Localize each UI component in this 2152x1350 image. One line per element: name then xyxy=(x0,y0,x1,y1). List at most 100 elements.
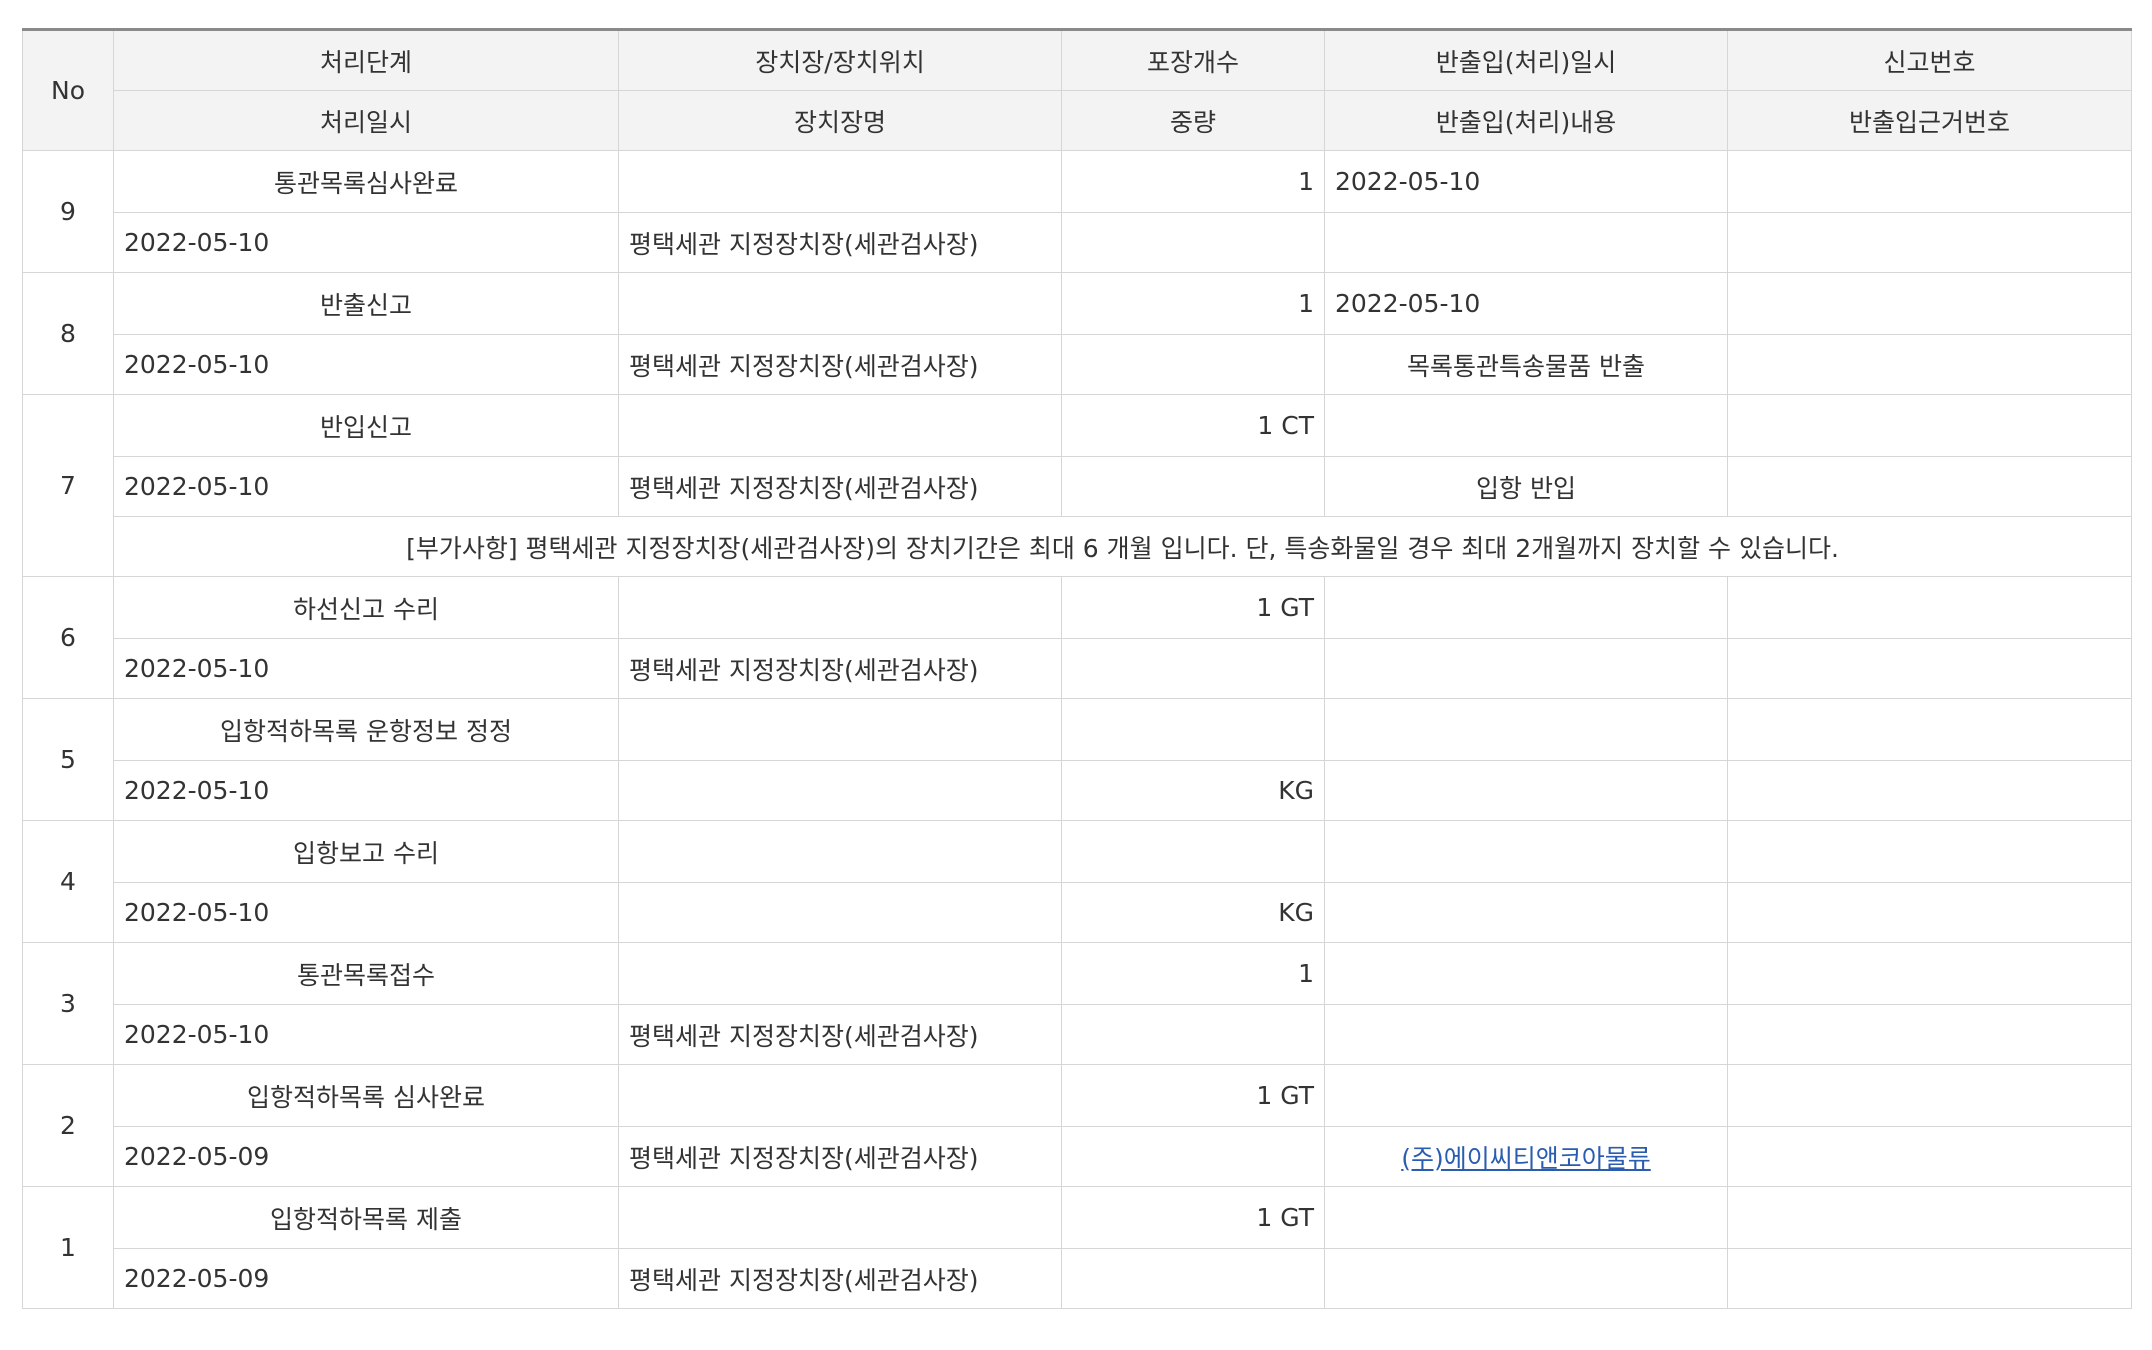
table-row: 7 반입신고 1 CT xyxy=(22,394,2132,577)
table-row-detail: 2022-05-10 평택세관 지정장치장(세관검사장) 입항 반입 xyxy=(23,456,2132,517)
report-number xyxy=(1727,942,2132,1005)
tracking-table-container: No 처리단계 장치장/장치위치 포장개수 반출입(처리)일시 신고번호 처리일… xyxy=(22,28,2132,1309)
io-time: 2022-05-10 xyxy=(1324,150,1728,213)
storage-location xyxy=(618,942,1062,1005)
io-content: 입항 반입 xyxy=(1324,456,1728,517)
basis-number xyxy=(1727,1248,2132,1309)
row-number: 5 xyxy=(22,698,114,821)
package-count: 1 xyxy=(1061,942,1325,1005)
basis-number xyxy=(1727,212,2132,273)
process-date: 2022-05-09 xyxy=(113,1126,619,1187)
weight xyxy=(1061,1004,1325,1065)
storage-location xyxy=(618,698,1062,761)
io-time xyxy=(1324,698,1728,761)
warehouse-name: 평택세관 지정장치장(세관검사장) xyxy=(618,638,1062,699)
io-time xyxy=(1324,394,1728,457)
table-row-detail: 2022-05-10 평택세관 지정장치장(세관검사장) xyxy=(23,638,2132,699)
header-package-count: 포장개수 xyxy=(1061,29,1325,91)
package-count: 1 xyxy=(1061,272,1325,335)
package-count xyxy=(1061,820,1325,883)
process-stage: 반출신고 xyxy=(113,272,619,335)
report-number xyxy=(1727,698,2132,761)
row-number: 6 xyxy=(22,576,114,699)
header-warehouse-name: 장치장명 xyxy=(618,90,1062,151)
row-number: 4 xyxy=(22,820,114,943)
io-content xyxy=(1324,1004,1728,1065)
report-number xyxy=(1727,576,2132,639)
weight xyxy=(1061,1126,1325,1187)
process-stage: 입항적하목록 제출 xyxy=(113,1186,619,1249)
warehouse-name: 평택세관 지정장치장(세관검사장) xyxy=(618,456,1062,517)
report-number xyxy=(1727,820,2132,883)
warehouse-name xyxy=(618,760,1062,821)
weight: KG xyxy=(1061,760,1325,821)
weight xyxy=(1061,1248,1325,1309)
table-row-detail: 2022-05-09 평택세관 지정장치장(세관검사장) xyxy=(23,1248,2132,1309)
table-row: 5 입항적하목록 운항정보 정정 xyxy=(22,698,2132,821)
header-basis-no: 반출입근거번호 xyxy=(1727,90,2132,151)
table-row: 6 하선신고 수리 1 GT xyxy=(22,576,2132,699)
process-date: 2022-05-10 xyxy=(113,1004,619,1065)
process-date: 2022-05-10 xyxy=(113,760,619,821)
additional-note: [부가사항] 평택세관 지정장치장(세관검사장)의 장치기간은 최대 6 개월 … xyxy=(113,516,2132,577)
basis-number xyxy=(1727,1126,2132,1187)
table-row-detail: 2022-05-10 평택세관 지정장치장(세관검사장) 목록통관특송물품 반출 xyxy=(23,334,2132,395)
report-number xyxy=(1727,150,2132,213)
io-content xyxy=(1324,638,1728,699)
cargo-tracking-table: No 처리단계 장치장/장치위치 포장개수 반출입(처리)일시 신고번호 처리일… xyxy=(22,28,2132,1309)
process-stage: 반입신고 xyxy=(113,394,619,457)
report-number xyxy=(1727,272,2132,335)
row-number: 1 xyxy=(22,1186,114,1309)
io-content: 목록통관특송물품 반출 xyxy=(1324,334,1728,395)
weight: KG xyxy=(1061,882,1325,943)
row-number: 9 xyxy=(22,150,114,273)
warehouse-name xyxy=(618,882,1062,943)
basis-number xyxy=(1727,882,2132,943)
weight xyxy=(1061,638,1325,699)
process-stage: 통관목록접수 xyxy=(113,942,619,1005)
header-report-no: 신고번호 xyxy=(1727,29,2132,91)
header-io-time: 반출입(처리)일시 xyxy=(1324,29,1728,91)
tracking-table-body: 9 통관목록심사완료 1 2022-05-10 2022-05-10 평택세관 지정장치장… xyxy=(22,150,2132,1309)
io-time xyxy=(1324,576,1728,639)
table-row-detail: 2022-05-10 KG xyxy=(23,760,2132,821)
io-time: 2022-05-10 xyxy=(1324,272,1728,335)
storage-location xyxy=(618,1186,1062,1249)
storage-location xyxy=(618,394,1062,457)
header-no: No xyxy=(22,29,114,151)
report-number xyxy=(1727,394,2132,457)
header-process-date: 처리일시 xyxy=(113,90,619,151)
process-stage: 입항적하목록 운항정보 정정 xyxy=(113,698,619,761)
storage-location xyxy=(618,576,1062,639)
process-stage: 통관목록심사완료 xyxy=(113,150,619,213)
weight xyxy=(1061,456,1325,517)
io-content xyxy=(1324,212,1728,273)
weight xyxy=(1061,334,1325,395)
header-io-content: 반출입(처리)내용 xyxy=(1324,90,1728,151)
company-link[interactable]: (주)에이씨티앤코아물류 xyxy=(1401,1144,1651,1173)
warehouse-name: 평택세관 지정장치장(세관검사장) xyxy=(618,1004,1062,1065)
header-row-1: No 처리단계 장치장/장치위치 포장개수 반출입(처리)일시 신고번호 xyxy=(22,29,2132,151)
table-row-detail: 2022-05-10 평택세관 지정장치장(세관검사장) xyxy=(23,1004,2132,1065)
table-row: 3 통관목록접수 1 xyxy=(22,942,2132,1065)
package-count xyxy=(1061,698,1325,761)
table-row-detail: 2022-05-10 KG xyxy=(23,882,2132,943)
report-number xyxy=(1727,1064,2132,1127)
package-count: 1 GT xyxy=(1061,1186,1325,1249)
process-date: 2022-05-10 xyxy=(113,882,619,943)
row-number: 8 xyxy=(22,272,114,395)
warehouse-name: 평택세관 지정장치장(세관검사장) xyxy=(618,334,1062,395)
io-time xyxy=(1324,1064,1728,1127)
package-count: 1 CT xyxy=(1061,394,1325,457)
process-date: 2022-05-10 xyxy=(113,456,619,517)
table-row: 8 반출신고 1 2022-05-10 xyxy=(22,272,2132,395)
process-stage: 입항적하목록 심사완료 xyxy=(113,1064,619,1127)
table-row-detail: 2022-05-10 평택세관 지정장치장(세관검사장) xyxy=(23,212,2132,273)
process-date: 2022-05-10 xyxy=(113,212,619,273)
basis-number xyxy=(1727,334,2132,395)
header-weight: 중량 xyxy=(1061,90,1325,151)
report-number xyxy=(1727,1186,2132,1249)
io-time xyxy=(1324,1186,1728,1249)
header-row-2: 처리일시 장치장명 중량 반출입(처리)내용 반출입근거번호 xyxy=(23,90,2132,151)
package-count: 1 GT xyxy=(1061,576,1325,639)
